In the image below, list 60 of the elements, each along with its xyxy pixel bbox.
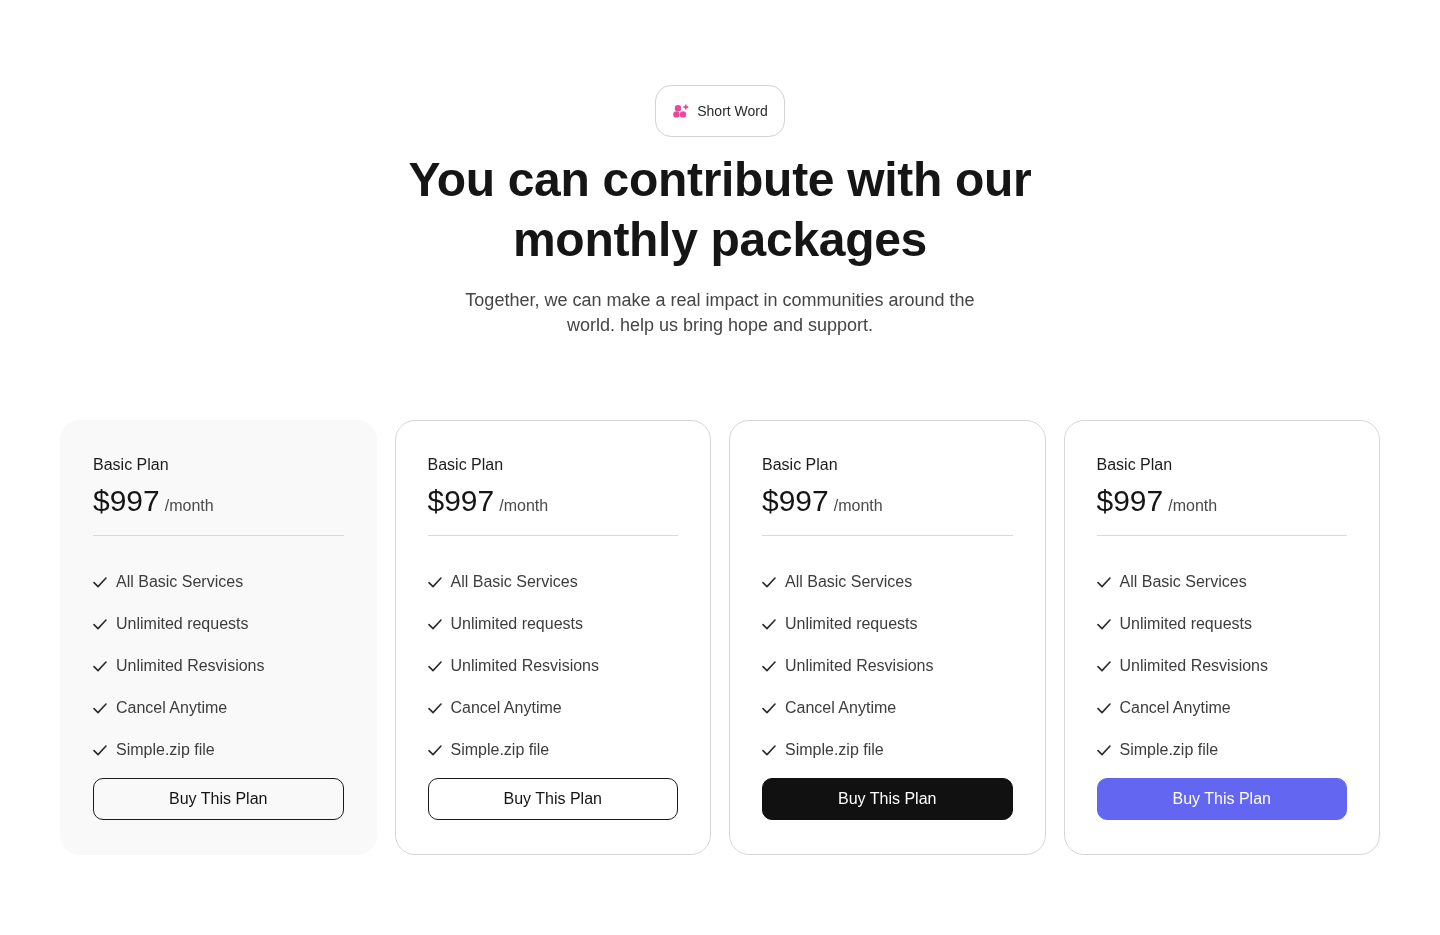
- check-icon: [1096, 744, 1111, 756]
- check-icon: [1096, 660, 1111, 672]
- plan-name: Basic Plan: [427, 455, 504, 475]
- badge-label: Short Word: [697, 102, 768, 121]
- period-text: /month: [164, 496, 214, 516]
- check-icon: [93, 618, 107, 630]
- check-icon: [1096, 618, 1111, 630]
- check-icon: [427, 576, 442, 588]
- plan-name: Basic Plan: [1096, 455, 1173, 475]
- feature-text: Simple.zip file: [450, 740, 550, 760]
- feature-text: Unlimited Resvisions: [785, 656, 934, 676]
- check-icon: [93, 744, 107, 756]
- feature-text: Simple.zip file: [116, 740, 215, 760]
- period-text: /month: [499, 496, 549, 516]
- feature-text: Unlimited requests: [116, 614, 249, 634]
- feature-text: Unlimited Resvisions: [1119, 656, 1268, 676]
- plan-name: Basic Plan: [762, 455, 838, 475]
- buy-button[interactable]: Buy This Plan: [1096, 778, 1347, 820]
- check-icon: [93, 660, 107, 672]
- buy-button[interactable]: Buy This Plan: [762, 778, 1013, 820]
- feature-text: Cancel Anytime: [450, 698, 562, 718]
- check-icon: [427, 702, 442, 714]
- period-text: /month: [833, 496, 883, 516]
- price-text: $997: [427, 483, 495, 519]
- check-icon: [427, 660, 442, 672]
- plan-name: Basic Plan: [93, 455, 169, 475]
- buy-button[interactable]: Buy This Plan: [427, 778, 678, 820]
- feature-text: Cancel Anytime: [1119, 698, 1231, 718]
- check-icon: [1096, 576, 1111, 588]
- feature-text: Cancel Anytime: [116, 698, 228, 718]
- check-icon: [762, 702, 776, 714]
- price-text: $997: [1096, 483, 1164, 519]
- page-heading: You can contribute with our monthly packages: [407, 152, 1033, 268]
- feature-text: All Basic Services: [450, 572, 578, 592]
- check-icon: [762, 660, 776, 672]
- price-text: $997: [762, 483, 829, 519]
- feature-text: All Basic Services: [785, 572, 913, 592]
- check-icon: [762, 576, 776, 588]
- buy-button[interactable]: Buy This Plan: [93, 778, 344, 820]
- check-icon: [93, 702, 107, 714]
- feature-text: All Basic Services: [116, 572, 244, 592]
- price-text: $997: [93, 483, 160, 519]
- feature-text: Simple.zip file: [1119, 740, 1219, 760]
- check-icon: [427, 744, 442, 756]
- feature-text: Unlimited requests: [1119, 614, 1252, 634]
- check-icon: [93, 576, 107, 588]
- feature-text: Cancel Anytime: [785, 698, 897, 718]
- feature-text: Unlimited Resvisions: [450, 656, 599, 676]
- feature-text: Unlimited requests: [785, 614, 918, 634]
- feature-text: Unlimited requests: [450, 614, 583, 634]
- check-icon: [427, 618, 442, 630]
- check-icon: [762, 744, 776, 756]
- feature-text: Unlimited Resvisions: [116, 656, 265, 676]
- feature-text: Simple.zip file: [785, 740, 884, 760]
- subtitle-text: Together, we can make a real impact in communities around the world. help us bring hope and support.: [464, 289, 976, 337]
- check-icon: [1096, 702, 1111, 714]
- period-text: /month: [1168, 496, 1218, 516]
- check-icon: [762, 618, 776, 630]
- dots-cluster-icon: [673, 104, 690, 118]
- feature-text: All Basic Services: [1119, 572, 1247, 592]
